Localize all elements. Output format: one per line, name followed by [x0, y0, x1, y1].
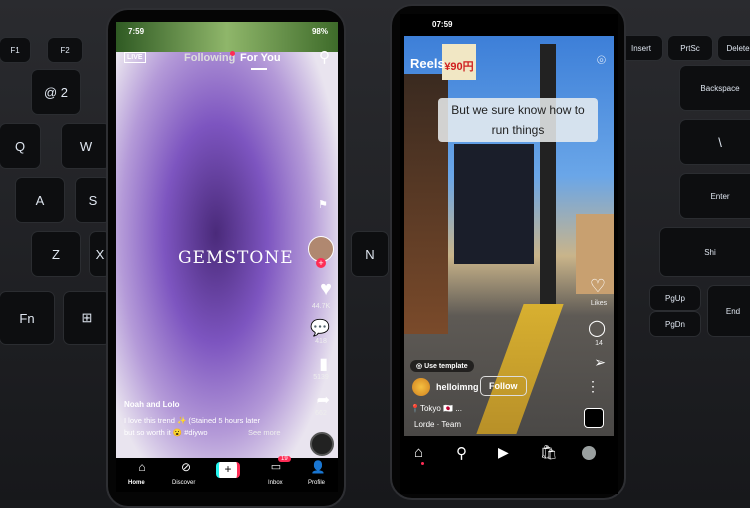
use-template-button[interactable]: ◎ Use template	[410, 360, 474, 372]
like-count: Likes	[590, 300, 608, 307]
reels-icon[interactable]: ▶	[498, 444, 509, 461]
nav-inbox[interactable]: Inbox	[268, 480, 283, 486]
comment-count: 418	[315, 338, 327, 345]
caption-overlay: But we sure know how to run things	[438, 98, 598, 142]
nav-profile[interactable]: Profile	[308, 480, 325, 486]
nav-home[interactable]: Home	[128, 480, 145, 486]
profile-avatar[interactable]	[582, 446, 596, 460]
key-backspace[interactable]: Backspace	[680, 66, 750, 110]
caption-text-2: but so worth it 😮 #diywo	[124, 428, 208, 437]
location-tag[interactable]: 📍Tokyo 🇯🇵 ...	[410, 404, 462, 413]
key-q[interactable]: Q	[0, 124, 40, 168]
key-f1[interactable]: F1	[0, 38, 30, 62]
home-icon[interactable]: ⌂	[130, 460, 154, 474]
key-backslash[interactable]: \	[680, 120, 750, 164]
nav-discover[interactable]: Discover	[172, 480, 195, 486]
key-f2[interactable]: F2	[48, 38, 82, 62]
key-2[interactable]: @ 2	[32, 70, 80, 114]
profile-icon[interactable]: 👤	[306, 460, 330, 474]
key-prtsc[interactable]: PrtSc	[668, 36, 712, 60]
shop-sign: ¥90円	[442, 44, 476, 80]
like-count: 44.7K	[311, 303, 331, 310]
camera-icon[interactable]: ⌾	[597, 52, 606, 69]
create-button[interactable]: +	[216, 462, 240, 478]
home-active-dot	[421, 462, 424, 465]
use-template-label: Use template	[424, 363, 468, 370]
key-fn[interactable]: Fn	[0, 292, 54, 344]
key-w[interactable]: W	[62, 124, 110, 168]
heart-icon[interactable]: ♡	[590, 276, 606, 297]
reels-title: Reels	[410, 56, 445, 71]
audio-thumbnail[interactable]	[584, 408, 604, 428]
audio-track[interactable]: Lorde · Team	[414, 420, 461, 429]
key-insert[interactable]: Insert	[620, 36, 662, 60]
key-n[interactable]: N	[352, 232, 388, 276]
comment-icon[interactable]: 💬	[310, 318, 330, 338]
user-avatar[interactable]	[412, 378, 430, 396]
key-z[interactable]: Z	[32, 232, 80, 276]
see-more-link[interactable]: See more	[248, 428, 281, 437]
flag-icon[interactable]: ⚑	[318, 198, 328, 211]
username[interactable]: helloimng	[436, 382, 479, 392]
battery-level: 98%	[311, 27, 328, 36]
live-icon[interactable]: LIVE	[124, 52, 146, 63]
phone-instagram: 07:59 ¥90円 Reels ⌾ But we sure know how …	[390, 4, 626, 500]
save-count: 5139	[313, 374, 329, 381]
tab-underline	[251, 68, 267, 70]
tab-for-you[interactable]: For You	[240, 52, 281, 64]
phone-tiktok: 7:59 98% LIVE Following For You ⚲ GEMSTO…	[106, 8, 346, 508]
key-enter[interactable]: Enter	[680, 174, 750, 218]
status-time: 7:59	[128, 27, 145, 36]
inbox-badge: 19	[278, 456, 291, 462]
search-icon[interactable]: ⚲	[319, 48, 330, 66]
caption-username[interactable]: Noah and Lolo	[124, 400, 180, 409]
follow-button[interactable]: Follow	[480, 376, 527, 396]
search-icon[interactable]: ⚲	[456, 444, 467, 462]
share-count: 662	[315, 410, 327, 417]
key-delete[interactable]: Delete	[718, 36, 750, 60]
overlay-text: GEMSTONE	[178, 248, 294, 268]
key-windows[interactable]: ⊞	[64, 292, 110, 344]
key-s[interactable]: S	[76, 178, 110, 222]
more-icon[interactable]: ⋮	[586, 378, 600, 395]
caption-text: I love this trend ✨ (Stained 5 hours lat…	[124, 416, 261, 425]
music-disc-icon[interactable]	[310, 432, 334, 456]
status-time: 07:59	[432, 20, 453, 29]
share-icon[interactable]: ➦	[317, 390, 330, 410]
comment-count: 14	[595, 340, 603, 347]
key-shift[interactable]: Shi	[660, 228, 750, 276]
follow-plus-icon[interactable]: +	[316, 258, 326, 268]
tab-following[interactable]: Following	[184, 52, 235, 64]
key-pgup[interactable]: PgUp	[650, 286, 700, 310]
key-end[interactable]: End	[708, 286, 750, 336]
notification-dot	[230, 51, 235, 56]
bookmark-icon[interactable]: ▮	[319, 354, 328, 374]
share-icon[interactable]: ➢	[594, 354, 606, 371]
key-pgdn[interactable]: PgDn	[650, 312, 700, 336]
bottom-nav: ⌂ Home ⊘ Discover + ▭ 19 Inbox 👤 Profile	[116, 456, 338, 492]
comment-icon[interactable]: ◯	[588, 318, 606, 338]
discover-icon[interactable]: ⊘	[174, 460, 198, 474]
key-a[interactable]: A	[16, 178, 64, 222]
home-icon[interactable]: ⌂	[414, 444, 423, 461]
shop-icon[interactable]: 🛍	[540, 444, 558, 461]
heart-icon[interactable]: ♥	[320, 278, 332, 301]
